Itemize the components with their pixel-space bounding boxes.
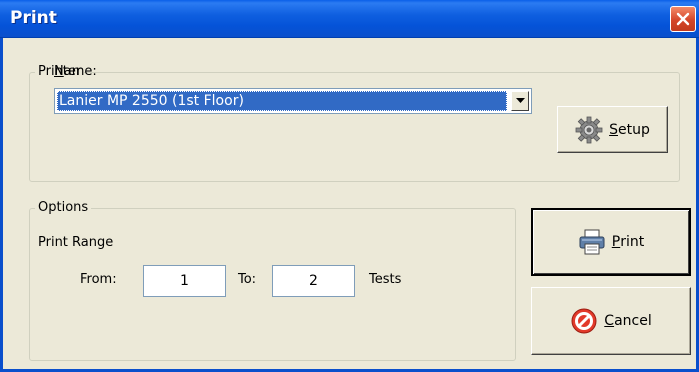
cancel-button-label: Cancel	[604, 313, 652, 329]
printer-icon	[579, 229, 605, 255]
options-group-legend: Options	[35, 200, 92, 215]
from-field[interactable]: 1	[143, 265, 226, 297]
print-button-label: Print	[611, 234, 645, 250]
chevron-down-icon	[515, 98, 525, 103]
cancel-icon	[571, 308, 597, 334]
from-label: From:	[80, 272, 117, 287]
setup-button[interactable]: Setup	[557, 106, 668, 153]
window-title: Print	[10, 8, 57, 28]
tests-label: Tests	[369, 272, 402, 287]
close-button[interactable]	[670, 6, 696, 32]
setup-button-label: Setup	[609, 121, 650, 138]
to-label: To:	[238, 272, 257, 287]
cancel-button[interactable]: Cancel	[531, 287, 691, 355]
gear-icon	[575, 116, 603, 143]
title-bar[interactable]: Print	[0, 0, 699, 38]
dropdown-arrow-button[interactable]	[511, 91, 529, 111]
print-range-label: Print Range	[38, 235, 114, 250]
close-icon	[676, 12, 690, 26]
name-label: Name:	[54, 64, 97, 79]
printer-name-value: Lanier MP 2550 (1st Floor)	[57, 91, 507, 111]
print-button[interactable]: Print	[531, 208, 691, 276]
printer-name-select[interactable]: Lanier MP 2550 (1st Floor)	[54, 88, 532, 114]
to-field[interactable]: 2	[272, 265, 355, 297]
